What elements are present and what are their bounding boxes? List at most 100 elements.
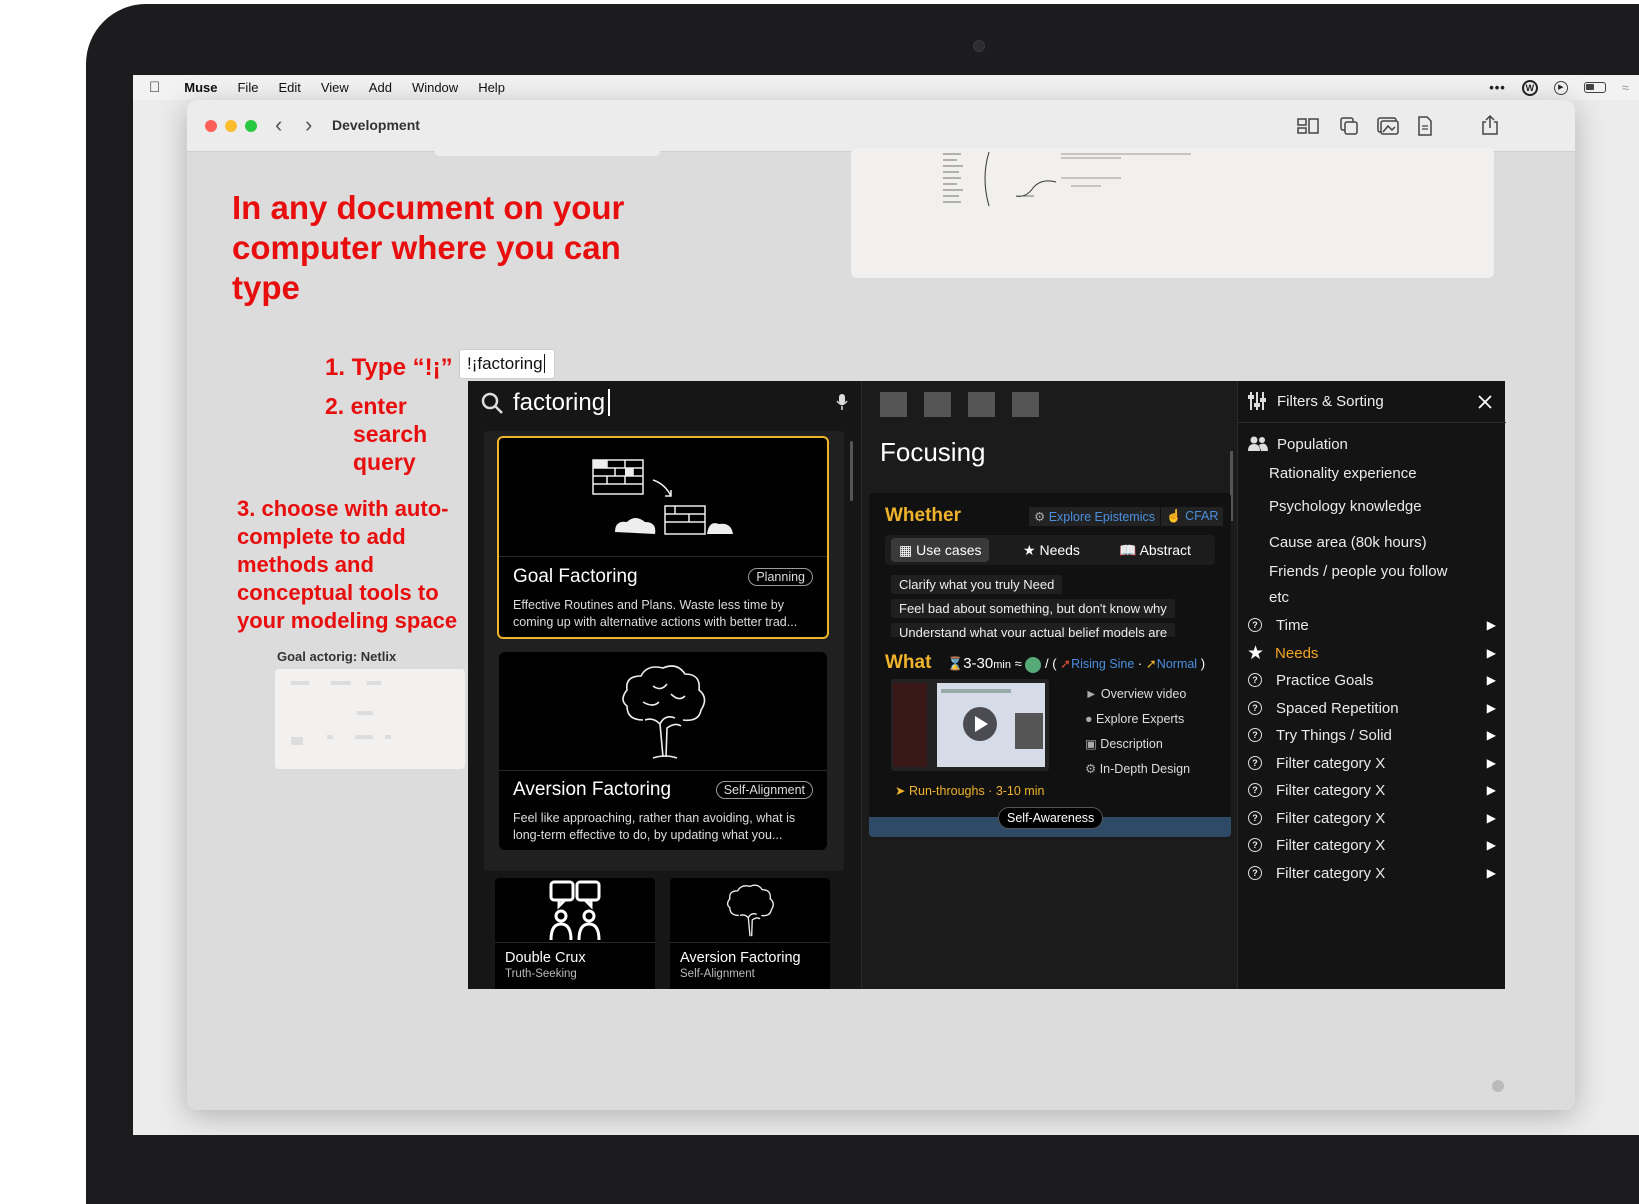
thumbnail-label: Goal actorig: Netlix (277, 649, 397, 664)
population-item[interactable]: Psychology knowledge (1269, 498, 1422, 515)
apple-icon[interactable]:  (149, 79, 160, 96)
filter-row-category[interactable]: ? Filter category X ▶ (1238, 805, 1506, 831)
card-subtitle: Truth-Seeking (505, 968, 577, 980)
result-card-aversion-factoring[interactable]: Aversion Factoring Self-Alignment Feel l… (499, 652, 827, 850)
menu-edit[interactable]: Edit (278, 80, 300, 95)
menu-add[interactable]: Add (369, 80, 392, 95)
search-query: factoring (513, 389, 606, 416)
normal-link[interactable]: Normal (1157, 657, 1197, 671)
filters-divider (1238, 422, 1506, 423)
use-case-item[interactable]: Clarify what you truly Need (891, 575, 1063, 594)
play-icon[interactable]: ▶ (1553, 80, 1568, 95)
result-card-goal-factoring[interactable]: Goal Factoring Planning Effective Routin… (497, 436, 829, 639)
people-icon (1248, 436, 1268, 451)
typed-text-box[interactable]: !¡factoring (459, 349, 555, 379)
use-case-item[interactable]: Understand what your actual belief model… (891, 623, 1176, 637)
arrow-right-icon: ▶ (1486, 838, 1496, 852)
scrollbar[interactable] (850, 441, 853, 501)
resource-in-depth-design[interactable]: ⚙ In-Depth Design (1085, 761, 1190, 776)
resource-description[interactable]: ▣ Description (1085, 736, 1163, 751)
map-icon: ▦ (899, 542, 913, 558)
extension-icon[interactable]: W (1521, 79, 1538, 96)
filter-row-category[interactable]: ? Filter category X ▶ (1238, 860, 1506, 886)
forward-icon[interactable]: › (305, 112, 312, 138)
menu-file[interactable]: File (237, 80, 258, 95)
population-item[interactable]: Friends / people you follow (1269, 563, 1447, 580)
population-item[interactable]: Rationality experience (1269, 465, 1417, 482)
approx-symbol: ≈ (1014, 656, 1022, 671)
runthroughs[interactable]: ➤ Run-throughs · 3-10 min (895, 783, 1044, 798)
filter-row-try-things[interactable]: ? Try Things / Solid ▶ (1238, 722, 1506, 748)
resource-overview-video[interactable]: ► Overview video (1085, 687, 1186, 701)
back-icon[interactable]: ‹ (275, 112, 282, 138)
tab-needs[interactable]: ★ Needs (1023, 538, 1080, 562)
people-chat-icon (549, 880, 601, 941)
filter-row-time[interactable]: ? Time ▶ (1238, 612, 1506, 638)
tab-use-cases[interactable]: ▦ Use cases (891, 538, 990, 562)
explore-epistemics-link[interactable]: ⚙ Explore Epistemics (1029, 507, 1160, 526)
rising-sine-link[interactable]: Rising Sine (1071, 657, 1134, 671)
thumbnail-card[interactable] (275, 669, 465, 769)
resize-handle[interactable] (1492, 1080, 1504, 1092)
result-card-aversion-factoring-small[interactable]: Aversion Factoring Self-Alignment (670, 878, 830, 989)
app-menu[interactable]: Muse (184, 80, 217, 95)
document-icon[interactable] (1417, 116, 1433, 136)
filter-row-category[interactable]: ? Filter category X ▶ (1238, 750, 1506, 776)
close-window-button[interactable] (205, 120, 217, 132)
more-icon[interactable]: ••• (1489, 80, 1506, 95)
filter-row-spaced-repetition[interactable]: ? Spaced Repetition ▶ (1238, 695, 1506, 721)
filter-row-category[interactable]: ? Filter category X ▶ (1238, 832, 1506, 858)
question-icon: ? (1248, 866, 1262, 880)
canvas[interactable]: In any document on your computer where y… (187, 146, 1575, 1110)
close-paren: ) (1200, 656, 1206, 671)
result-card-double-crux[interactable]: Double Crux Truth-Seeking (495, 878, 655, 989)
battery-icon[interactable] (1583, 82, 1606, 93)
expert-icon: ● (1085, 712, 1093, 726)
tab-abstract[interactable]: 📖 Abstract (1119, 538, 1191, 562)
use-case-item[interactable]: Feel bad about something, but don't know… (891, 599, 1175, 618)
population-item[interactable]: Cause area (80k hours) (1269, 534, 1427, 551)
sketch-card[interactable] (851, 148, 1494, 278)
population-label[interactable]: Population (1277, 436, 1348, 453)
video-thumbnail[interactable] (891, 679, 1049, 771)
image-icon[interactable] (1377, 116, 1399, 136)
filter-row-practice-goals[interactable]: ? Practice Goals ▶ (1238, 667, 1506, 693)
self-awareness-tag[interactable]: Self-Awareness (998, 807, 1104, 829)
detail-thumb[interactable] (1012, 392, 1039, 417)
menu-view[interactable]: View (321, 80, 349, 95)
filter-label: Spaced Repetition (1276, 699, 1399, 717)
menu-window[interactable]: Window (412, 80, 458, 95)
filter-row-needs[interactable]: ★ Needs ▶ (1238, 640, 1506, 666)
gear-icon: ⚙ (1085, 762, 1097, 776)
copy-icon[interactable] (1339, 116, 1359, 136)
search-input[interactable]: factoring (513, 389, 611, 417)
microphone-icon[interactable] (836, 393, 848, 411)
minimize-window-button[interactable] (225, 120, 237, 132)
menu-help[interactable]: Help (478, 80, 505, 95)
detail-panel: Focusing Whether ⚙ Explore Epistemics ☝ … (861, 381, 1237, 989)
tree-icon (622, 665, 706, 759)
filter-label: Filter category X (1276, 754, 1386, 772)
window-title: Development (332, 117, 420, 133)
video-icon: ► (1085, 687, 1098, 701)
title-bar: ‹ › Development (187, 100, 1575, 152)
use-case-list: Clarify what you truly Need Feel bad abo… (885, 573, 1215, 637)
resource-explore-experts[interactable]: ● Explore Experts (1085, 712, 1184, 726)
board-icon[interactable] (1297, 116, 1319, 136)
detail-thumb[interactable] (968, 392, 995, 417)
zoom-window-button[interactable] (245, 120, 257, 132)
book-icon: ▣ (1085, 737, 1097, 751)
share-icon[interactable] (1481, 114, 1499, 136)
card-tag: Planning (748, 568, 813, 586)
arrow-right-icon: ▶ (1486, 756, 1496, 770)
detail-thumb[interactable] (880, 392, 907, 417)
cfar-link[interactable]: ☝ CFAR (1161, 507, 1224, 526)
close-icon[interactable] (1478, 395, 1492, 409)
population-item[interactable]: etc (1269, 589, 1289, 606)
search-icon (481, 392, 503, 414)
wifi-icon[interactable]: ≈ (1622, 80, 1629, 95)
partial-card[interactable] (435, 146, 660, 156)
headline-text: In any document on your computer where y… (232, 189, 625, 306)
detail-thumb[interactable] (924, 392, 951, 417)
filter-row-category[interactable]: ? Filter category X ▶ (1238, 777, 1506, 803)
